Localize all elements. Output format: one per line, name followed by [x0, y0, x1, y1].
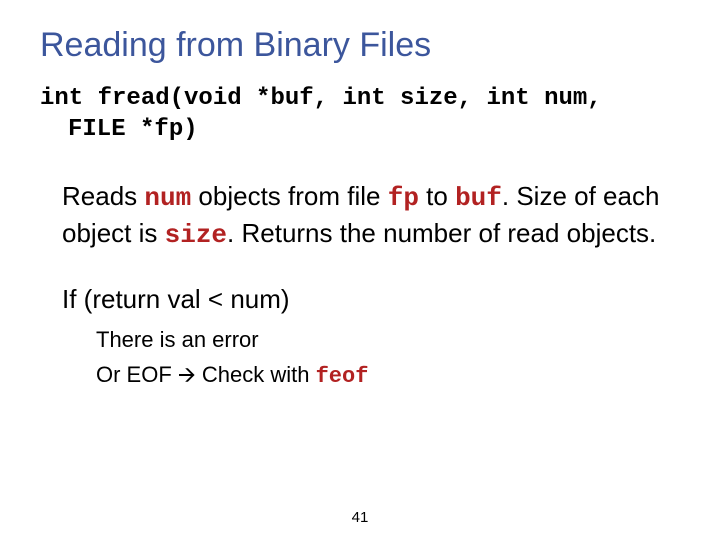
text-fragment: to — [419, 181, 455, 211]
bullet-item-1: Reads num objects from file fp to buf. S… — [40, 179, 680, 253]
text-fragment: . Returns the number of read objects. — [227, 218, 656, 248]
slide-title: Reading from Binary Files — [40, 26, 680, 65]
bullet-item-2: If (return val < num) — [40, 282, 680, 317]
text-fragment: Reads — [62, 181, 144, 211]
sub-bullet-1: There is an error — [76, 325, 680, 355]
code-size: size — [165, 220, 227, 250]
code-num: num — [144, 183, 191, 213]
bullet-text-2: If (return val < num) — [62, 282, 290, 317]
proto-line1: int fread(void *buf, int size, int num, — [40, 85, 602, 112]
code-fp: fp — [388, 183, 419, 213]
text-fragment: Check with — [196, 362, 316, 387]
code-feof: feof — [316, 364, 369, 389]
code-buf: buf — [455, 183, 502, 213]
sub-text-2: Or EOF 🡪 Check with feof — [96, 360, 368, 392]
sub-text-1: There is an error — [96, 325, 259, 355]
text-fragment: objects from file — [191, 181, 388, 211]
bullet-text-1: Reads num objects from file fp to buf. S… — [62, 179, 680, 253]
proto-line2: FILE *fp) — [40, 114, 680, 145]
page-number: 41 — [0, 509, 720, 526]
arrow-icon: 🡪 — [178, 360, 196, 390]
function-prototype: int fread(void *buf, int size, int num, … — [40, 83, 680, 145]
sub-bullet-2: Or EOF 🡪 Check with feof — [76, 360, 680, 392]
text-fragment: Or EOF — [96, 362, 178, 387]
